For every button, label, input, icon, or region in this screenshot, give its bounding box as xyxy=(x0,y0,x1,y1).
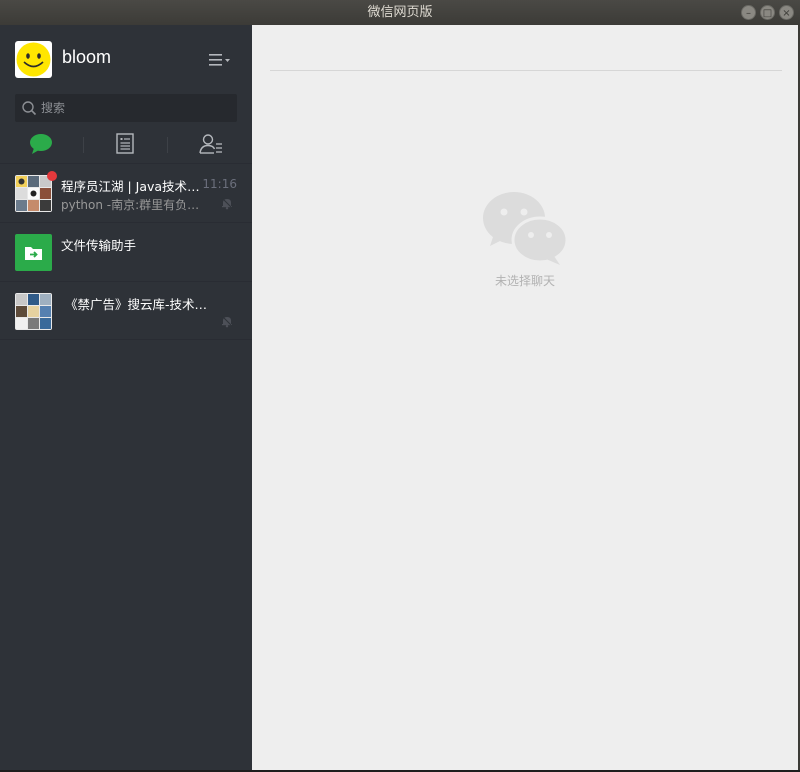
chat-item[interactable]: 《禁广告》搜云库-技术分享交流群 xyxy=(0,281,252,340)
chat-item[interactable]: 程序员江湖 | Java技术交流群 11:16 python -南京:群里有负责… xyxy=(0,163,252,222)
search-box xyxy=(15,94,237,122)
group-avatar xyxy=(15,293,52,330)
smiley-face-icon xyxy=(16,42,51,77)
mute-bell-icon xyxy=(221,197,233,210)
window-controls: – □ × xyxy=(741,5,794,20)
chat-name: 程序员江湖 | Java技术交流群 xyxy=(61,179,205,194)
file-transfer-avatar xyxy=(15,234,52,271)
contacts-icon[interactable] xyxy=(198,131,224,157)
group-avatar-image xyxy=(15,293,52,330)
chat-bubble-icon[interactable] xyxy=(28,131,54,157)
chat-name: 《禁广告》搜云库-技术分享交流群 xyxy=(65,297,209,312)
mute-bell-icon xyxy=(221,315,233,328)
profile-header: bloom xyxy=(15,41,237,79)
menu-icon[interactable] xyxy=(209,51,231,69)
folder-transfer-icon xyxy=(15,234,52,271)
tab-divider xyxy=(167,137,168,153)
group-avatar xyxy=(15,175,52,212)
unread-dot xyxy=(47,171,57,181)
chat-last-message: python -南京:群里有负责人吗 xyxy=(61,198,211,212)
empty-state-text: 未选择聊天 xyxy=(494,274,555,288)
sidebar: bloom 搜索 程序员江湖 | Java技术交 11:16 python -南… xyxy=(0,25,252,770)
document-icon[interactable] xyxy=(112,131,138,157)
close-button[interactable]: × xyxy=(779,5,794,20)
search-input[interactable] xyxy=(41,94,231,122)
sidebar-tabs xyxy=(0,131,252,157)
chat-list: 程序员江湖 | Java技术交流群 11:16 python -南京:群里有负责… xyxy=(0,163,252,340)
chat-item[interactable]: 文件传输助手 xyxy=(0,222,252,281)
window-titlebar[interactable]: 微信网页版 – □ × xyxy=(0,0,800,25)
avatar[interactable] xyxy=(15,41,52,78)
chat-time: 11:16 xyxy=(202,177,237,191)
header-divider xyxy=(270,70,782,71)
wechat-logo-icon xyxy=(483,192,569,265)
search-icon xyxy=(22,101,37,116)
chat-name: 文件传输助手 xyxy=(61,238,137,253)
chat-panel: 未选择聊天 xyxy=(252,25,798,770)
window-title: 微信网页版 xyxy=(367,5,433,20)
minimize-button[interactable]: – xyxy=(741,5,756,20)
maximize-button[interactable]: □ xyxy=(760,5,775,20)
tab-divider xyxy=(83,137,84,153)
group-avatar-image xyxy=(15,175,52,212)
nickname: bloom xyxy=(62,47,112,67)
